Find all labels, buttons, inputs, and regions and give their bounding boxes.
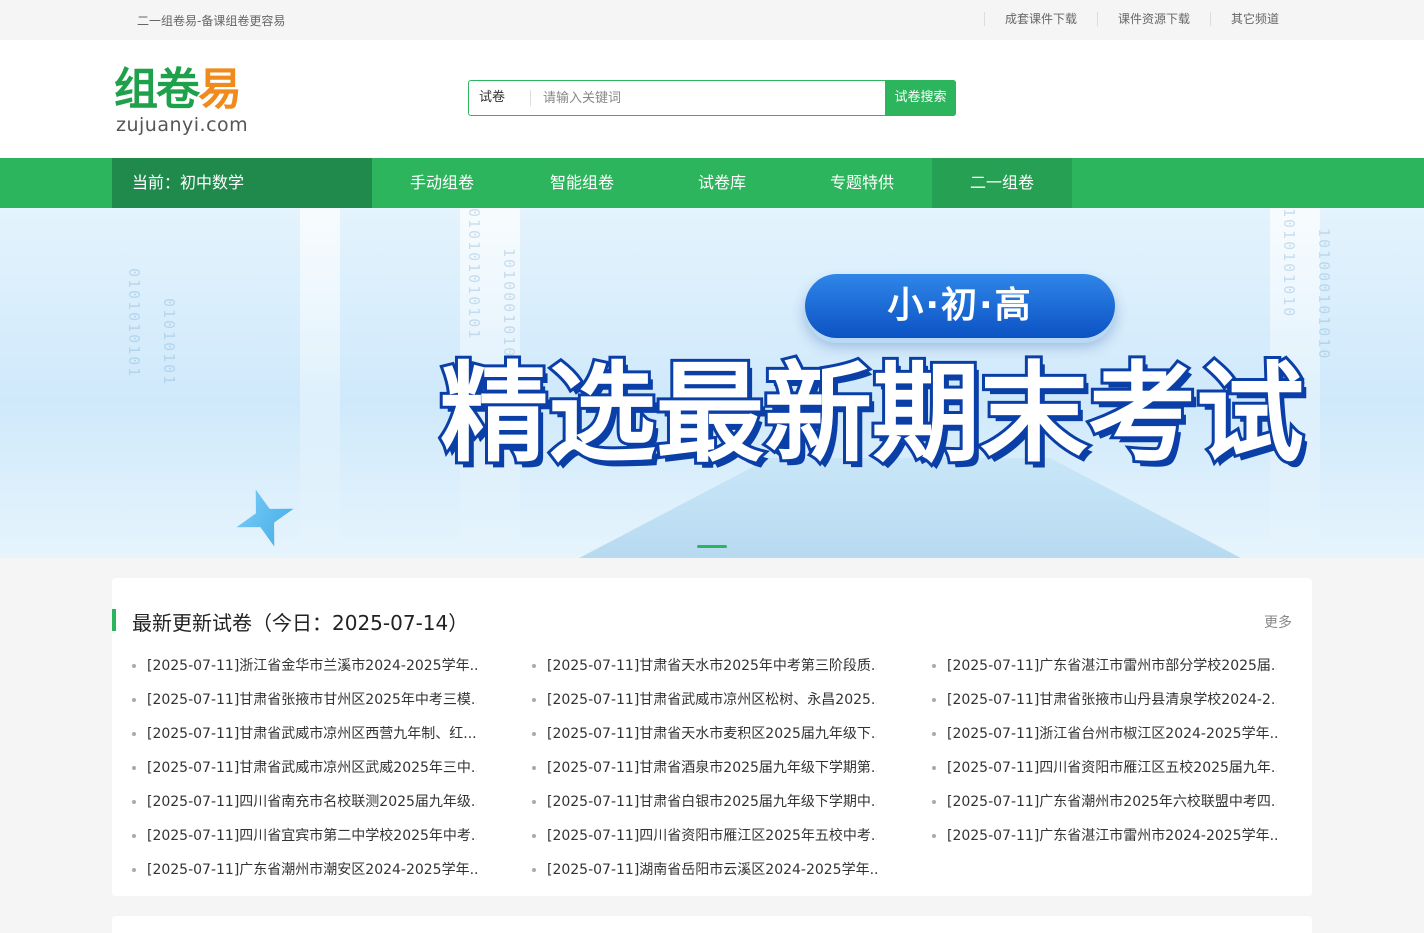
site-logo[interactable]: 组卷易 zujuanyi.com	[114, 62, 264, 140]
exam-link[interactable]: [2025-07-11]甘肃省武威市凉州区松树、永昌2025...	[532, 683, 877, 717]
top-link-courseware-resources[interactable]: 课件资源下载	[1096, 12, 1210, 26]
next-section-panel	[112, 916, 1312, 933]
banner-light-beam	[300, 208, 340, 558]
logo-domain: zujuanyi.com	[116, 114, 249, 136]
top-link-courseware-sets[interactable]: 成套课件下载	[983, 12, 1097, 26]
exam-row: [2025-07-11]四川省宜宾市第二中学校2025年中考... [2025-…	[112, 819, 1312, 853]
exam-link[interactable]: [2025-07-11]浙江省台州市椒江区2024-2025学年...	[932, 717, 1277, 751]
nav-item-library[interactable]: 试卷库	[652, 158, 792, 208]
exam-link[interactable]: [2025-07-11]甘肃省天水市麦积区2025届九年级下...	[532, 717, 877, 751]
exam-row: [2025-07-11]甘肃省张掖市甘州区2025年中考三模... [2025-…	[112, 683, 1312, 717]
exam-link[interactable]: [2025-07-11]四川省资阳市雁江区五校2025届九年...	[932, 751, 1277, 785]
exam-link[interactable]: [2025-07-11]甘肃省白银市2025届九年级下学期中...	[532, 785, 877, 819]
section-title: 最新更新试卷（今日：2025-07-14）	[132, 611, 469, 635]
banner-decoration: 101000101010	[1315, 228, 1333, 361]
nav-item-21zujuan[interactable]: 二一组卷	[932, 158, 1072, 208]
exam-link[interactable]: [2025-07-11]广东省潮州市2025年六校联盟中考四...	[932, 785, 1277, 819]
nav-item-smart[interactable]: 智能组卷	[512, 158, 652, 208]
nav-item-manual[interactable]: 手动组卷	[372, 158, 512, 208]
logo-text-main: 组卷	[114, 64, 200, 115]
current-subject[interactable]: 当前：初中数学	[112, 158, 372, 208]
exam-link[interactable]: [2025-07-11]甘肃省天水市2025年中考第三阶段质...	[532, 649, 877, 683]
banner-headline: 精选最新期末考试	[437, 349, 1307, 480]
exam-row: [2025-07-11]甘肃省武威市凉州区西营九年制、红... [2025-07…	[112, 717, 1312, 751]
banner-decoration: 1010101010	[1280, 208, 1298, 319]
top-links: 成套课件下载 课件资源下载 其它频道	[983, 12, 1279, 26]
banner-decoration: 0101010101	[125, 268, 143, 379]
banner-grade-pill: 小·初·高	[805, 274, 1115, 338]
top-bar: 二一组卷易-备课组卷更容易 成套课件下载 课件资源下载 其它频道	[0, 0, 1424, 40]
banner-decoration: 010101010101	[465, 208, 483, 341]
exam-link[interactable]: [2025-07-11]广东省潮州市潮安区2024-2025学年...	[132, 853, 477, 887]
exam-link[interactable]: [2025-07-11]甘肃省武威市凉州区武威2025年三中...	[132, 751, 477, 785]
exam-link[interactable]: [2025-07-11]浙江省金华市兰溪市2024-2025学年...	[132, 649, 477, 683]
latest-exams-panel: 最新更新试卷（今日：2025-07-14） 更多 [2025-07-11]浙江省…	[112, 578, 1312, 896]
carousel-indicator[interactable]	[697, 545, 727, 548]
exam-link[interactable]: [2025-07-11]甘肃省武威市凉州区西营九年制、红...	[132, 717, 477, 751]
sparkle-icon	[227, 480, 303, 556]
promo-banner[interactable]: 0101010101 01010101 010101010101 1010001…	[0, 208, 1424, 558]
exam-row: [2025-07-11]甘肃省武威市凉州区武威2025年三中... [2025-…	[112, 751, 1312, 785]
exam-link[interactable]: [2025-07-11]甘肃省张掖市甘州区2025年中考三模...	[132, 683, 477, 717]
exam-link[interactable]: [2025-07-11]甘肃省酒泉市2025届九年级下学期第...	[532, 751, 877, 785]
search-input[interactable]	[533, 81, 885, 115]
exam-row: [2025-07-11]四川省南充市名校联测2025届九年级... [2025-…	[112, 785, 1312, 819]
search-box: 试卷 试卷搜索	[468, 80, 956, 116]
top-link-other-channels[interactable]: 其它频道	[1209, 12, 1279, 26]
logo-text-accent: 易	[198, 64, 242, 115]
exam-link[interactable]: [2025-07-11]湖南省岳阳市云溪区2024-2025学年...	[532, 853, 877, 887]
site-slogan: 二一组卷易-备课组卷更容易	[137, 14, 286, 28]
section-accent-bar	[112, 609, 116, 631]
search-button[interactable]: 试卷搜索	[885, 80, 956, 116]
exam-link[interactable]: [2025-07-11]四川省资阳市雁江区2025年五校中考...	[532, 819, 877, 853]
header: 组卷易 zujuanyi.com 试卷 试卷搜索	[0, 40, 1424, 158]
exam-link[interactable]: [2025-07-11]甘肃省张掖市山丹县清泉学校2024-2...	[932, 683, 1277, 717]
banner-decoration: 01010101	[160, 298, 178, 387]
search-type-select[interactable]: 试卷	[469, 81, 531, 115]
exam-link[interactable]: [2025-07-11]四川省南充市名校联测2025届九年级...	[132, 785, 477, 819]
main-nav: 当前：初中数学 手动组卷 智能组卷 试卷库 专题特供 二一组卷	[0, 158, 1424, 208]
exam-link[interactable]: [2025-07-11]广东省湛江市雷州市部分学校2025届...	[932, 649, 1277, 683]
more-link[interactable]: 更多	[1264, 612, 1292, 632]
exam-row: [2025-07-11]广东省潮州市潮安区2024-2025学年... [202…	[112, 853, 1312, 887]
exam-link[interactable]: [2025-07-11]广东省湛江市雷州市2024-2025学年...	[932, 819, 1277, 853]
exam-row: [2025-07-11]浙江省金华市兰溪市2024-2025学年... [202…	[112, 649, 1312, 683]
exam-link[interactable]: [2025-07-11]四川省宜宾市第二中学校2025年中考...	[132, 819, 477, 853]
nav-item-special[interactable]: 专题特供	[792, 158, 932, 208]
